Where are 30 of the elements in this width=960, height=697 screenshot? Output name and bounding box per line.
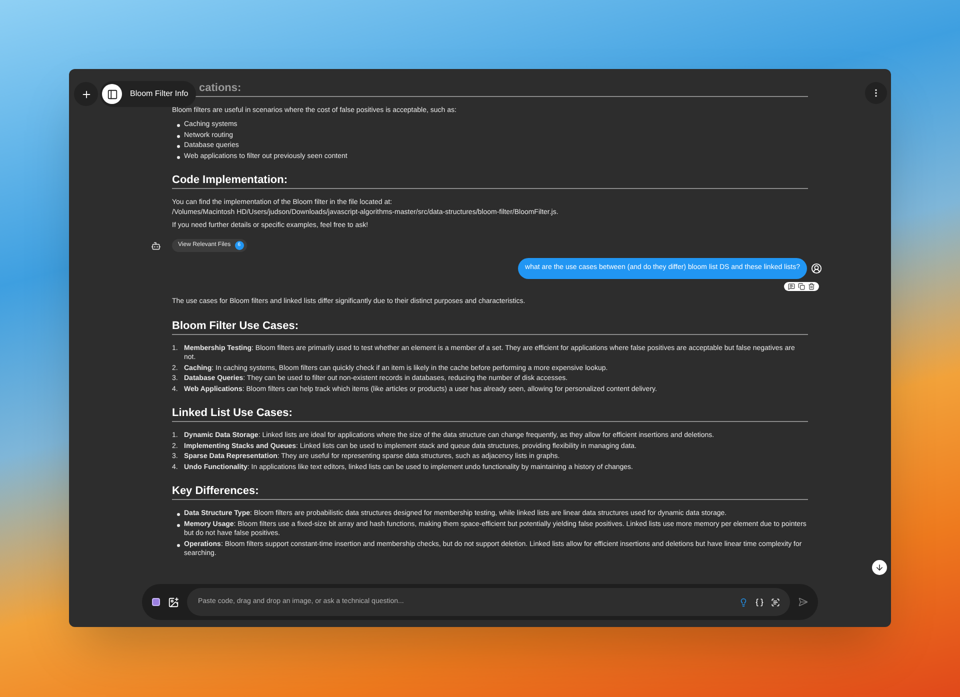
bullet-icon (177, 156, 180, 158)
user-avatar-icon (811, 262, 822, 274)
chat-title: Bloom Filter Info (130, 88, 188, 100)
lightbulb-icon[interactable] (739, 598, 748, 606)
bullet-icon (177, 544, 180, 546)
braces-icon[interactable] (755, 598, 764, 606)
section-heading: Bloom Filter Use Cases: (172, 318, 299, 332)
assistant-avatar-icon (151, 241, 161, 251)
bullet-icon (177, 145, 180, 148)
section-heading: cations: (199, 81, 242, 95)
bullet-icon (177, 124, 180, 127)
bullet-icon (177, 134, 180, 138)
section-heading: Code Implementation: (172, 173, 288, 187)
sidebar-toggle-button[interactable] (102, 84, 122, 104)
send-icon[interactable] (798, 597, 808, 607)
scroll-down-button[interactable] (872, 560, 887, 575)
image-icon[interactable] (168, 596, 179, 608)
bullet-icon (177, 524, 180, 526)
bullet-icon (177, 513, 180, 516)
extension-icon[interactable] (152, 598, 160, 606)
copy-icon[interactable] (798, 282, 805, 290)
comment-icon[interactable] (788, 282, 795, 290)
sidebar-icon (106, 88, 118, 100)
section-heading: Linked List Use Cases: (172, 406, 292, 420)
new-chat-button[interactable] (74, 82, 98, 106)
section-heading: Key Differences: (172, 484, 259, 498)
arrow-down-icon (875, 563, 884, 572)
plus-icon (80, 88, 92, 100)
scan-icon[interactable] (771, 598, 780, 606)
delete-icon[interactable] (808, 282, 815, 290)
